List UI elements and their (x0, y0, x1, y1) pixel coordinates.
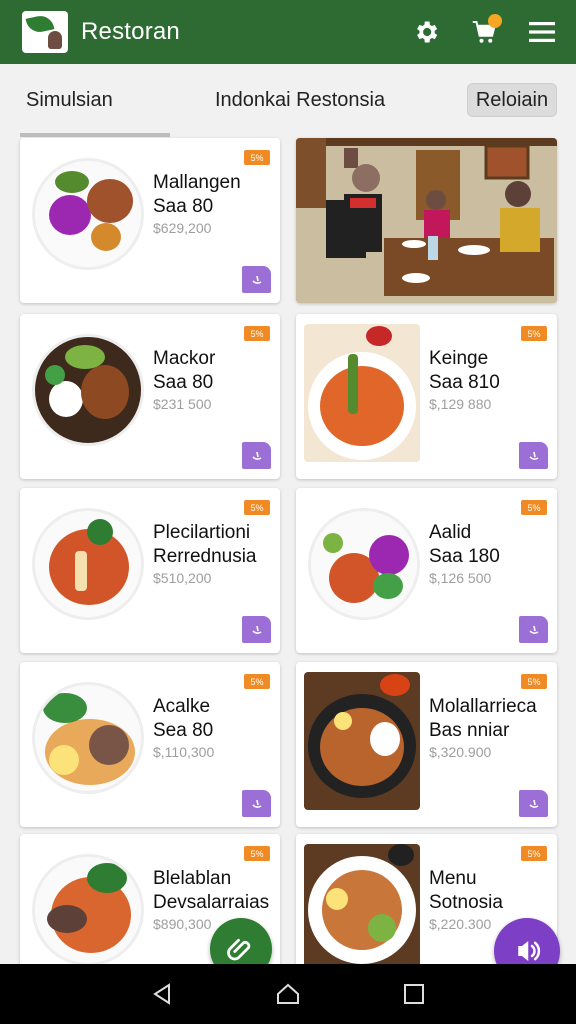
system-nav-bar (0, 964, 576, 1024)
menu-card[interactable]: Keinge Saa 810 $,129 880 5% (296, 314, 557, 479)
discount-badge: 5% (244, 150, 270, 165)
dish-price: $629,200 (153, 220, 212, 236)
add-to-cart-button[interactable] (519, 616, 548, 643)
dish-image (32, 508, 144, 620)
hand-icon (251, 625, 261, 634)
add-to-cart-button[interactable] (242, 616, 271, 643)
cart-badge (488, 14, 502, 28)
dish-name: Menu Sotnosia (429, 868, 503, 913)
dish-price: $,126 500 (429, 570, 492, 586)
dish-image (308, 508, 420, 620)
tab-reloiain[interactable]: Reloiain (467, 83, 557, 117)
dish-image (32, 158, 144, 270)
add-to-cart-button[interactable] (242, 790, 271, 817)
speaker-icon (518, 941, 541, 961)
discount-badge: 5% (244, 326, 270, 341)
dish-name: Aalid Saa 180 (429, 522, 500, 567)
discount-badge: 5% (244, 674, 270, 689)
settings-button[interactable] (404, 10, 448, 54)
restaurant-photo-illustration (296, 138, 557, 303)
menu-card[interactable]: Mackor Saa 80 $231 500 5% (20, 314, 280, 479)
menu-card[interactable]: Plecilartioni Rerrednusia $510,200 5% (20, 488, 280, 653)
dish-price: $510,200 (153, 570, 212, 586)
app-bar: Restoran (0, 0, 576, 64)
dish-image (32, 682, 144, 794)
menu-card[interactable]: Molallarrieca Bas nniar $,320.900 5% (296, 662, 557, 827)
dish-image (304, 324, 420, 462)
tab-active-indicator (20, 133, 170, 137)
leaf-logo (22, 11, 68, 53)
menu-button[interactable] (520, 10, 564, 54)
dish-image (32, 334, 144, 446)
dish-image (304, 844, 420, 974)
menu-card[interactable]: Acalke Sea 80 $,110,300 5% (20, 662, 280, 827)
restaurant-photo (296, 138, 557, 303)
cart-button[interactable] (462, 10, 506, 54)
hand-icon (528, 451, 538, 460)
discount-badge: 5% (521, 846, 547, 861)
add-to-cart-button[interactable] (519, 790, 548, 817)
discount-badge: 5% (244, 846, 270, 861)
dish-image (304, 672, 420, 810)
discount-badge: 5% (244, 500, 270, 515)
dish-price: $890,300 (153, 916, 212, 932)
dish-name: Acalke Sea 80 (153, 696, 214, 741)
home-icon[interactable] (275, 982, 301, 1006)
dish-image (32, 854, 144, 966)
hamburger-menu-icon (529, 22, 555, 42)
discount-badge: 5% (521, 326, 547, 341)
dish-price: $,320.900 (429, 744, 492, 760)
hand-icon (251, 799, 261, 808)
hand-icon (251, 451, 261, 460)
dish-name: Molallarrieca Bas nniar (429, 696, 537, 741)
dish-price: $,220.300 (429, 916, 492, 932)
dish-name: Mackor Saa 80 (153, 348, 216, 393)
add-to-cart-button[interactable] (242, 442, 271, 469)
back-icon[interactable] (151, 982, 173, 1006)
discount-badge: 5% (521, 500, 547, 515)
recents-icon[interactable] (403, 983, 425, 1005)
menu-card[interactable]: Mallangen Saa 80 $629,200 5% (20, 138, 280, 303)
discount-badge: 5% (521, 674, 547, 689)
hand-icon (528, 625, 538, 634)
dish-name: Blelablan Devsalarraias (153, 868, 270, 913)
add-to-cart-button[interactable] (242, 266, 271, 293)
hand-icon (251, 275, 261, 284)
tab-indonkai-restonsia[interactable]: Indonkai Restonsia (215, 89, 385, 112)
hand-icon (528, 799, 538, 808)
app-title: Restoran (81, 18, 180, 45)
menu-card[interactable]: Aalid Saa 180 $,126 500 5% (296, 488, 557, 653)
dish-price: $,129 880 (429, 396, 492, 412)
gear-icon (417, 21, 438, 43)
dish-name: Mallangen Saa 80 (153, 172, 241, 217)
dish-name: Plecilartioni Rerrednusia (153, 522, 257, 567)
dish-price: $,110,300 (153, 744, 215, 760)
tab-simulsian[interactable]: Simulsian (26, 89, 113, 112)
paperclip-icon (227, 938, 251, 961)
dish-price: $231 500 (153, 396, 212, 412)
add-to-cart-button[interactable] (519, 442, 548, 469)
dish-name: Keinge Saa 810 (429, 348, 500, 393)
